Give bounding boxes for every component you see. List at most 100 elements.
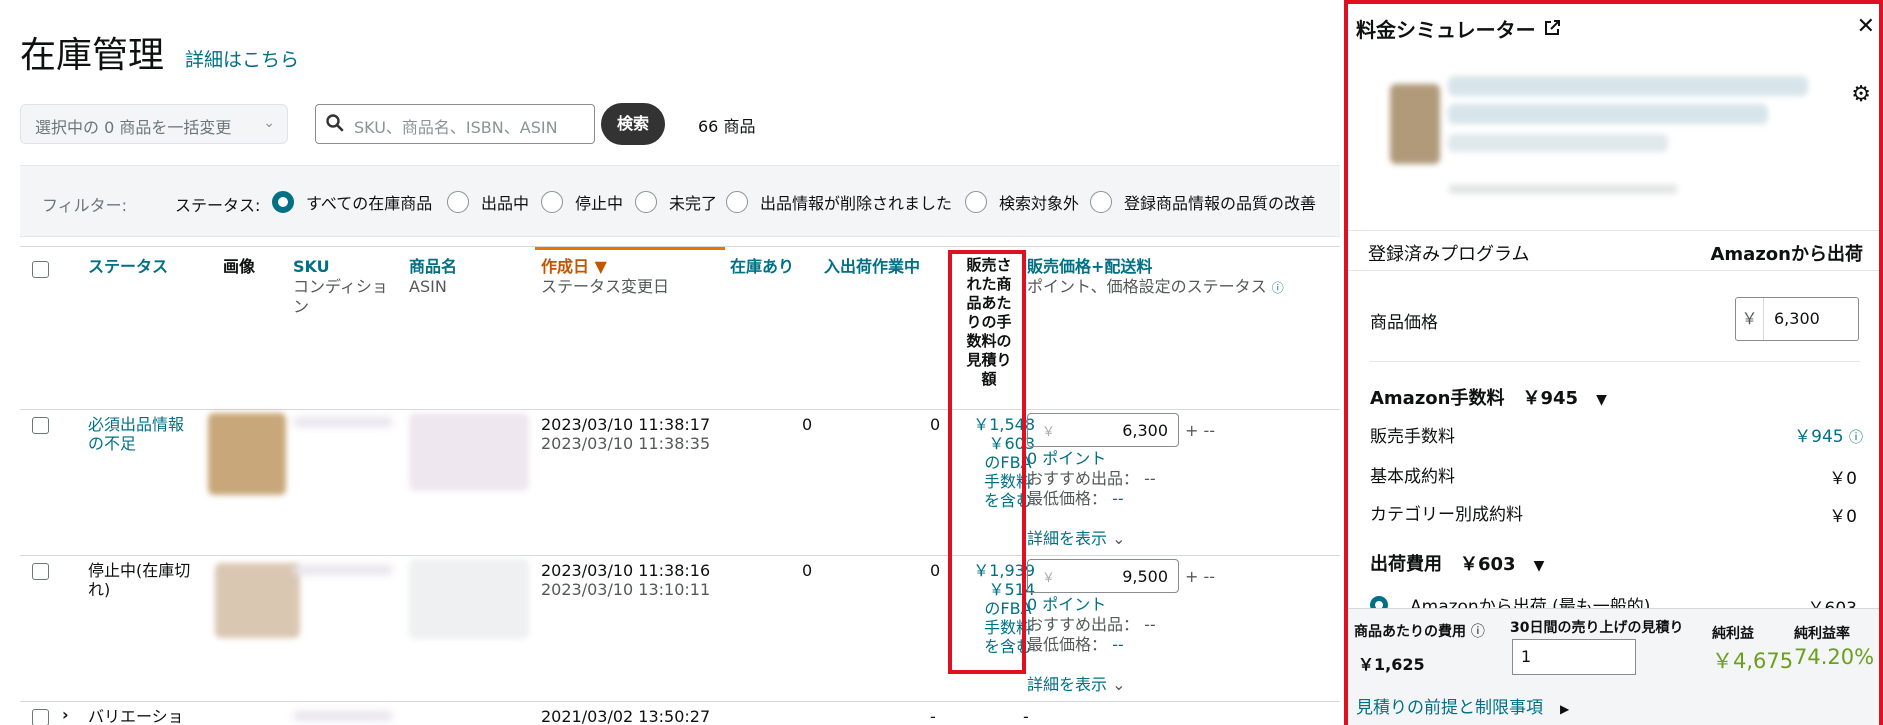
category-fee-value: ￥0 (1829, 507, 1857, 527)
close-icon[interactable]: ✕ (1857, 14, 1875, 39)
radio-selected[interactable] (272, 191, 294, 213)
search-placeholder: SKU、商品名、ISBN、ASIN (354, 118, 558, 137)
row-checkbox[interactable] (32, 417, 49, 434)
chevron-down-icon: ⌄ (1112, 675, 1126, 694)
header-sku[interactable]: SKU コンディション (293, 257, 393, 317)
sales-estimate-label: 30日間の売り上げの見積り (1510, 620, 1684, 636)
inbound-count: - (1023, 707, 1029, 725)
price-input[interactable]: ￥ 6,300 (1027, 413, 1179, 447)
product-image[interactable] (208, 413, 286, 495)
filter-option-suppressed[interactable]: 検索対象外 (965, 190, 1079, 214)
header-status[interactable]: ステータス (88, 257, 168, 277)
sales-fee-value[interactable]: ￥945 ⓘ (1794, 422, 1863, 447)
inventory-table: ステータス 画像 SKU コンディション 商品名 ASIN 作成日 ▼ ステータス変更… (20, 246, 1340, 725)
blurred-product-title (1448, 76, 1808, 96)
program-label: 登録済みプログラム (1368, 244, 1530, 265)
lowest-price: 最低価格： -- (1027, 489, 1124, 508)
header-inbound[interactable]: 入出荷作業中 (824, 257, 920, 277)
filter-option-quality[interactable]: 登録商品情報の品質の改善 (1090, 190, 1316, 214)
chevron-down-icon: ⌄ (263, 115, 275, 131)
shipping-fee-toggle[interactable]: 出荷費用 ￥603 ▼ (1370, 550, 1544, 576)
row-status: バリエーショ (88, 707, 184, 725)
show-details-link[interactable]: 詳細を表示 ⌄ (1027, 529, 1126, 548)
category-fee-label: カテゴリー別成約料 (1370, 505, 1523, 525)
select-all-checkbox[interactable] (32, 261, 49, 278)
radio[interactable] (541, 191, 563, 213)
filter-bar: フィルター: ステータス: すべての在庫商品 出品中 停止中 未完了 出品情報が… (20, 165, 1340, 237)
inventory-page: 在庫管理 詳細はこちら 選択中の 0 商品を一括変更 ⌄ SKU、商品名、ISB… (0, 0, 1340, 725)
margin-value: 74.20% (1794, 645, 1875, 669)
created-date: 2023/03/10 11:38:16 (541, 561, 711, 580)
inbound-count: 0 (930, 561, 941, 580)
row-status: 停止中(在庫切れ) (88, 561, 191, 599)
product-thumbnail (1390, 84, 1440, 164)
filter-option-inactive[interactable]: 停止中 (541, 190, 623, 214)
info-icon: ⓘ (1470, 624, 1485, 640)
row-checkbox[interactable] (32, 563, 49, 580)
recommended-offer: おすすめ出品： -- (1027, 469, 1156, 488)
amazon-fee-toggle[interactable]: Amazon手数料 ￥945 ▼ (1370, 384, 1607, 410)
radio[interactable] (1090, 191, 1112, 213)
blurred-sku (293, 417, 393, 427)
blurred-sku (293, 711, 393, 721)
expand-chevron-icon[interactable]: › (62, 705, 69, 724)
blurred-product-title (1448, 134, 1668, 152)
search-input[interactable]: SKU、商品名、ISBN、ASIN (315, 104, 595, 144)
fba-option[interactable]: Amazonから出荷 (最も一般的) (1370, 592, 1650, 609)
search-button[interactable]: 検索 (601, 103, 665, 145)
header-created[interactable]: 作成日 ▼ ステータス変更日 (541, 257, 669, 297)
product-image[interactable] (215, 563, 300, 638)
created-date: 2021/03/02 13:50:27 (541, 707, 711, 725)
profit-label: 純利益 (1712, 626, 1754, 642)
sales-estimate-input[interactable]: 1 (1512, 639, 1636, 675)
row-divider (20, 555, 1340, 556)
basic-fee-label: 基本成約料 (1370, 467, 1455, 487)
external-link-icon[interactable] (1543, 18, 1561, 42)
assumptions-link[interactable]: 見積りの前提と制限事項 ▶ (1356, 693, 1569, 718)
header-name[interactable]: 商品名 ASIN (409, 257, 457, 297)
row-divider (20, 701, 1340, 702)
row-status-link[interactable]: 必須出品情報の不足 (88, 415, 198, 453)
header-fee: 販売された商品あたりの手数料の見積り額 (966, 256, 1012, 388)
status-changed-date: 2023/03/10 13:10:11 (541, 580, 711, 599)
radio[interactable] (635, 191, 657, 213)
radio[interactable] (726, 191, 748, 213)
points-link[interactable]: 0 ポイント (1027, 595, 1106, 614)
info-icon: ⓘ (1849, 430, 1863, 446)
search-icon (326, 114, 344, 136)
simulator-body: ⚙ 登録済みプログラム Amazonから出荷 商品価格 ￥ 6,300 Amaz… (1348, 54, 1879, 609)
radio[interactable] (447, 191, 469, 213)
radio[interactable] (965, 191, 987, 213)
gear-icon[interactable]: ⚙ (1851, 82, 1871, 107)
blurred-product-name[interactable] (409, 413, 529, 491)
points-link[interactable]: 0 ポイント (1027, 449, 1106, 468)
divider (1348, 270, 1879, 271)
header-price[interactable]: 販売価格+配送料 ポイント、価格設定のステータス ⓘ (1027, 257, 1340, 298)
price-input[interactable]: ￥ 9,500 (1027, 559, 1179, 593)
filter-option-deleted[interactable]: 出品情報が削除されました (726, 190, 952, 214)
recommended-offer: おすすめ出品： -- (1027, 615, 1156, 634)
filter-option-all[interactable]: すべての在庫商品 (272, 190, 432, 214)
shipping-value: + -- (1185, 567, 1216, 586)
show-details-link[interactable]: 詳細を表示 ⌄ (1027, 675, 1126, 694)
blurred-sku (293, 565, 393, 575)
filter-option-active[interactable]: 出品中 (447, 190, 529, 214)
cost-label: 商品あたりの費用 ⓘ (1354, 624, 1485, 640)
created-date: 2023/03/10 11:38:17 (541, 415, 711, 434)
filter-label: フィルター: (42, 196, 128, 215)
simulator-price-input[interactable]: ￥ 6,300 (1735, 297, 1859, 341)
fee-simulator-panel: 料金シミュレーター ✕ ⚙ 登録済みプログラム Amazonから出荷 商品価格 … (1344, 0, 1883, 725)
product-count: 66 商品 (698, 117, 756, 136)
cost-value: ￥1,625 (1358, 655, 1425, 674)
row-checkbox[interactable] (32, 709, 49, 725)
header-stock[interactable]: 在庫あり (730, 257, 794, 277)
simulator-title: 料金シミュレーター (1356, 14, 1561, 43)
learn-more-link[interactable]: 詳細はこちら (185, 45, 299, 72)
info-icon[interactable]: ⓘ (1272, 281, 1284, 295)
filter-option-incomplete[interactable]: 未完了 (635, 190, 717, 214)
bulk-action-dropdown[interactable]: 選択中の 0 商品を一括変更 ⌄ (20, 104, 288, 144)
inbound-count: 0 (930, 415, 941, 434)
stock-count: - (930, 707, 936, 725)
page-title: 在庫管理 (20, 35, 165, 76)
blurred-product-name[interactable] (409, 559, 529, 639)
